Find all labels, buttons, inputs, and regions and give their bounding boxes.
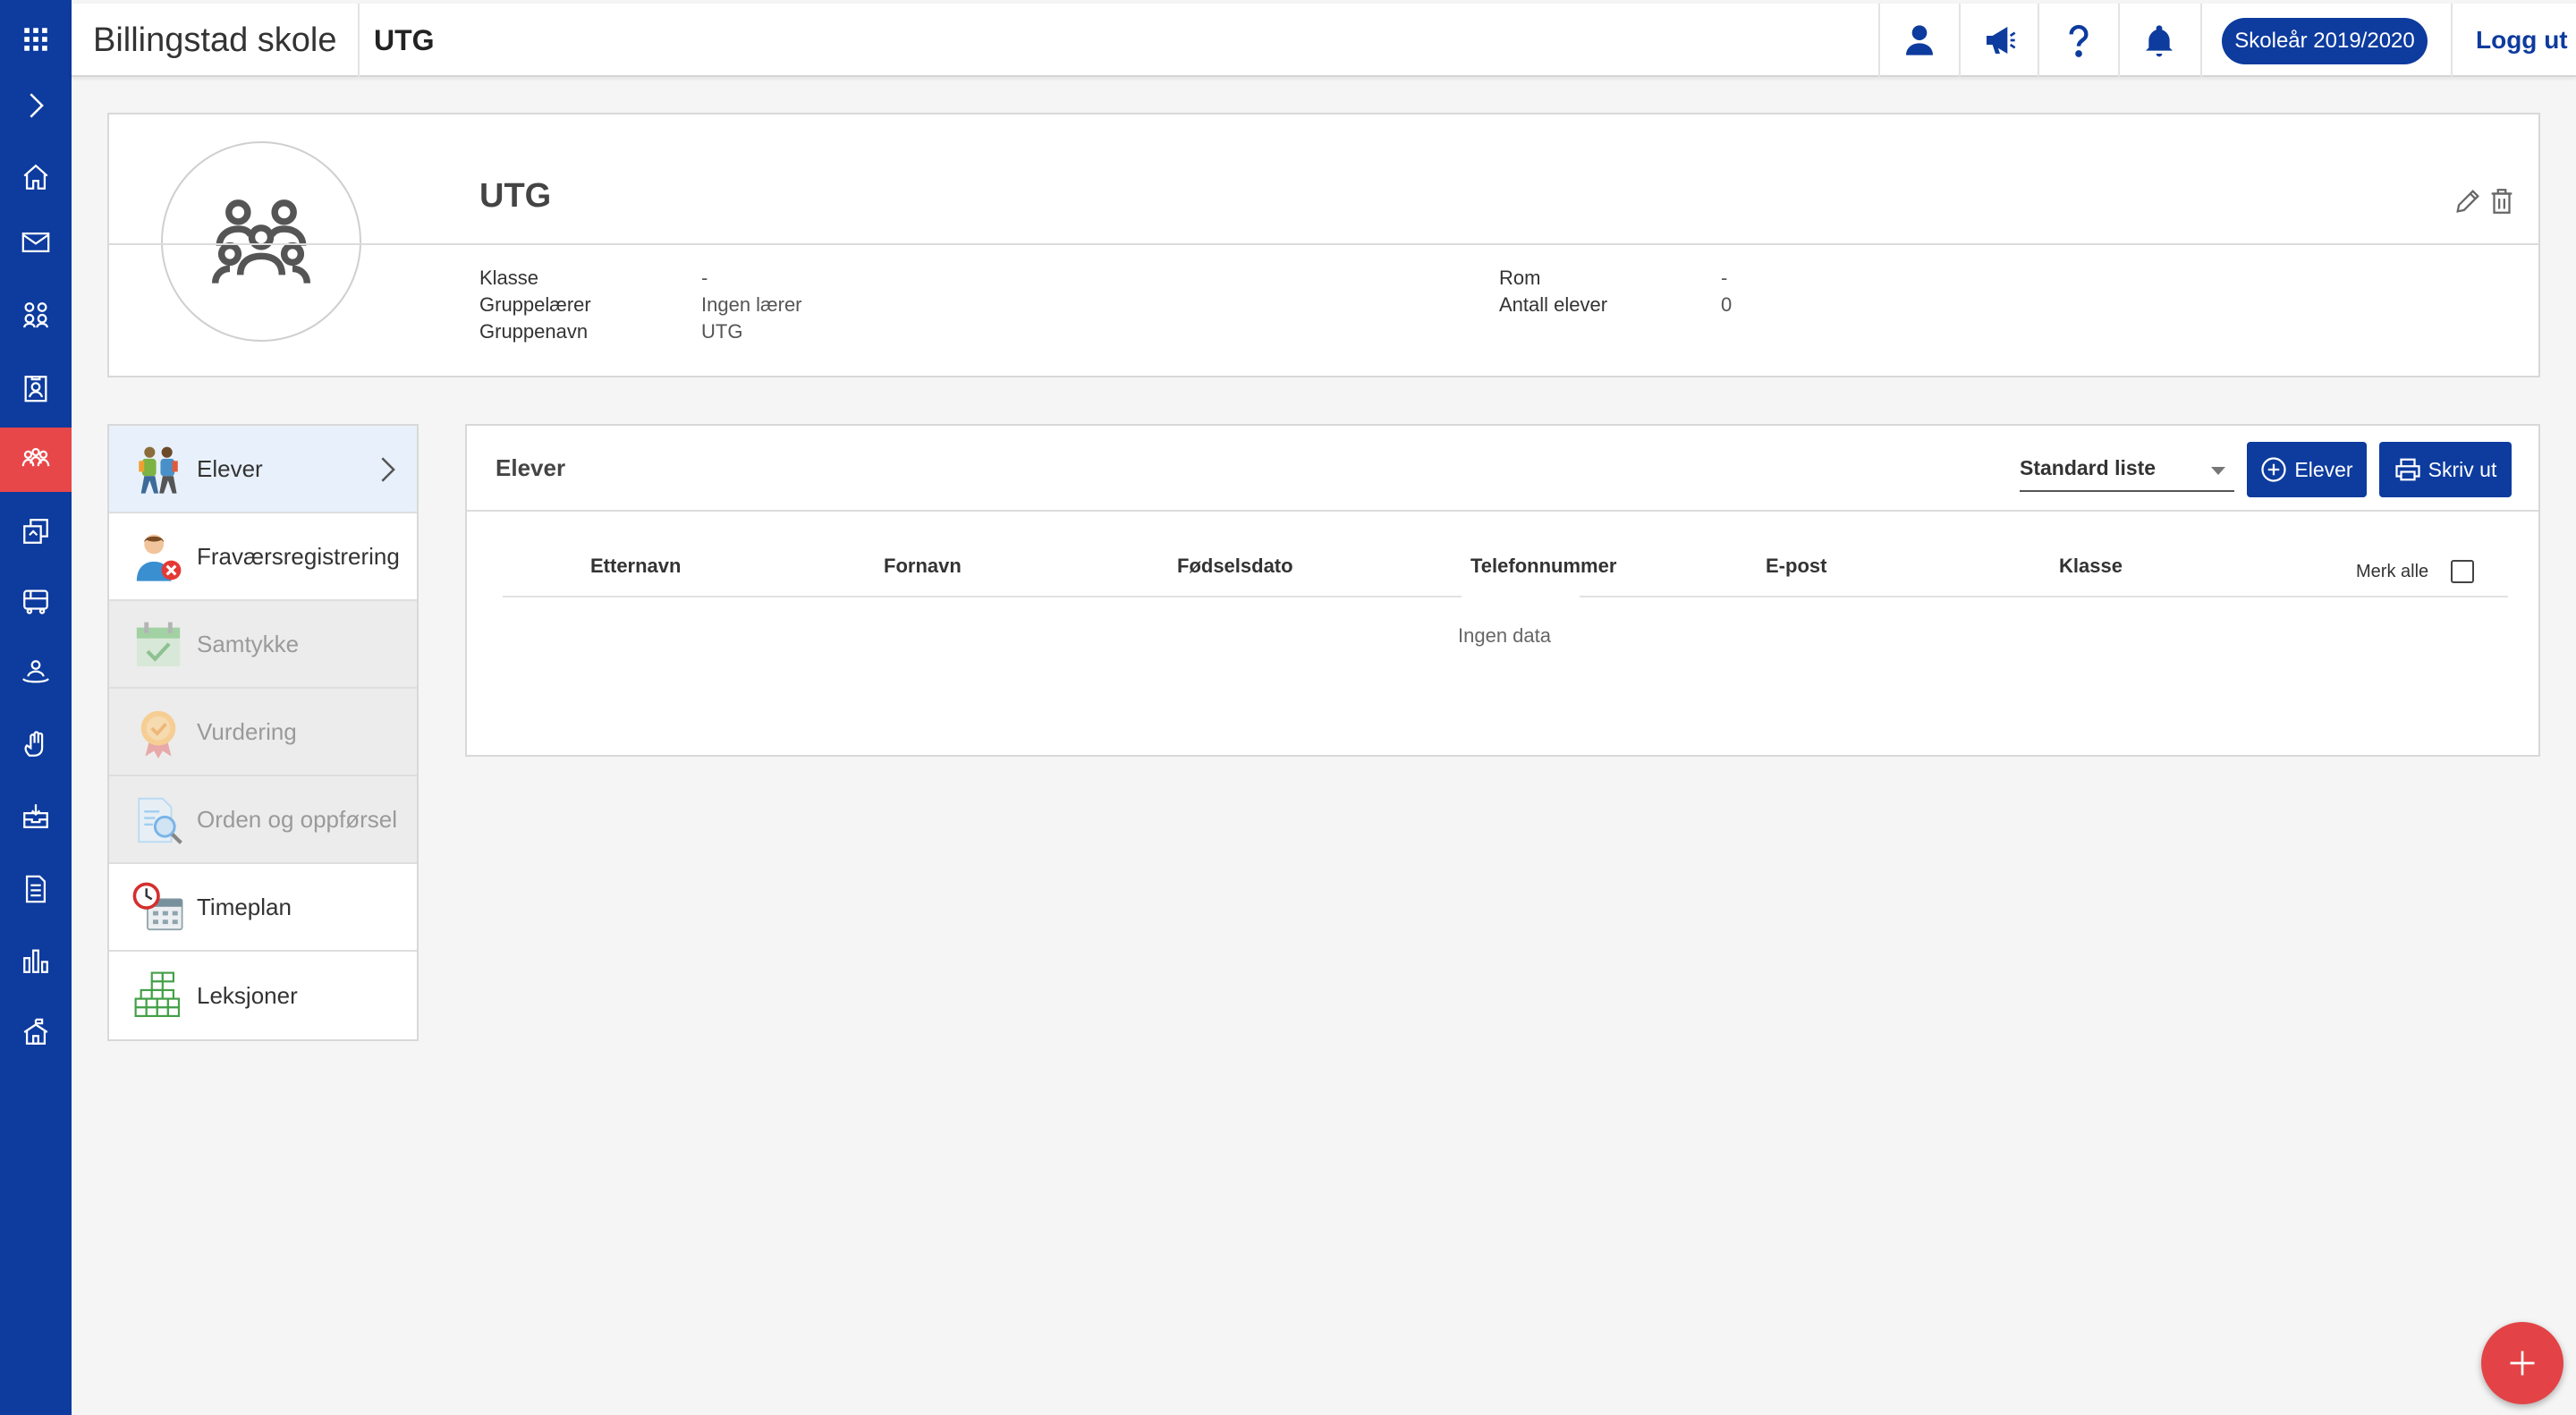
class-label: Klasse: [479, 267, 539, 289]
page-title: UTG: [374, 24, 435, 56]
group-teacher-label: Gruppelærer: [479, 293, 591, 316]
user-icon[interactable]: [1880, 4, 1959, 77]
menu-item-leksjoner[interactable]: Leksjoner: [109, 952, 417, 1039]
button-label: Skriv ut: [2428, 457, 2497, 481]
top-bar: Billingstad skole UTG Skoleår 2019/2020 …: [72, 4, 2576, 77]
school-year-button[interactable]: Skoleår 2019/2020: [2222, 18, 2428, 64]
school-icon[interactable]: [0, 1000, 72, 1064]
group-title: UTG: [479, 177, 552, 215]
student-count-label: Antall elever: [1499, 293, 1608, 316]
add-fab-button[interactable]: [2481, 1322, 2563, 1404]
menu-item-label: Samtykke: [197, 630, 300, 657]
group-header-card: UTG Klasse - Gruppelærer Ingen lærer Gru…: [107, 113, 2540, 377]
button-label: Elever: [2294, 457, 2353, 481]
menu-item-vurdering[interactable]: Vurdering: [109, 689, 417, 776]
select-value: Standard liste: [2020, 456, 2157, 479]
avatar: [161, 141, 361, 342]
menu-item-elever[interactable]: Elever: [109, 426, 417, 513]
home-icon[interactable]: [0, 145, 72, 209]
divider: [503, 596, 1462, 597]
edit-icon[interactable]: [2453, 186, 2483, 216]
logout-link[interactable]: Logg ut: [2476, 4, 2568, 77]
section-menu: Elever Fraværsregistrering Samtykke Vurd…: [107, 424, 419, 1041]
empty-state: Ingen data: [1458, 624, 1551, 647]
column-header-klasse[interactable]: Klasse: [2059, 555, 2123, 578]
document-icon[interactable]: [0, 857, 72, 921]
divider: [1580, 596, 2508, 597]
groups-icon[interactable]: [0, 428, 72, 492]
select-all-checkbox[interactable]: [2451, 560, 2474, 583]
apps-grid-icon[interactable]: [0, 7, 72, 72]
student-count-value: 0: [1721, 293, 1733, 316]
chevron-right-icon: [381, 457, 395, 482]
divider: [467, 510, 2538, 512]
column-header-fodselsdato[interactable]: Fødselsdato: [1177, 555, 1293, 578]
divider: [358, 4, 360, 77]
caret-down-icon: [2211, 467, 2225, 475]
transfer-icon[interactable]: [0, 499, 72, 563]
id-badge-icon[interactable]: [0, 356, 72, 420]
schedule-icon: [132, 882, 184, 934]
mail-icon[interactable]: [0, 210, 72, 275]
menu-item-samtykke[interactable]: Samtykke: [109, 601, 417, 689]
group-name-label: Gruppenavn: [479, 320, 589, 343]
group-teacher-value: Ingen lærer: [701, 293, 802, 316]
menu-item-label: Elever: [197, 454, 263, 482]
divider: [2451, 4, 2453, 77]
room-value: -: [1721, 267, 1728, 289]
bell-icon[interactable]: [2120, 4, 2199, 77]
lessons-grid-icon: [132, 970, 184, 1021]
divider: [109, 243, 2538, 245]
help-icon[interactable]: [2039, 4, 2118, 77]
menu-item-label: Timeplan: [197, 893, 292, 920]
students-icon: [132, 444, 184, 496]
add-students-button[interactable]: Elever: [2247, 442, 2367, 497]
students-panel: Elever Standard liste Elever Skriv ut Et…: [465, 424, 2540, 757]
room-label: Rom: [1499, 267, 1541, 289]
list-type-select[interactable]: Standard liste: [2020, 449, 2234, 492]
hand-icon[interactable]: [0, 712, 72, 776]
inbox-icon[interactable]: [0, 784, 72, 848]
school-name[interactable]: Billingstad skole: [93, 4, 336, 77]
rating-medal-icon: [132, 707, 184, 758]
support-icon[interactable]: [0, 640, 72, 705]
divider: [2200, 4, 2202, 77]
expand-chevron-icon[interactable]: [0, 73, 72, 138]
absence-icon: [132, 531, 184, 583]
people-icon[interactable]: [0, 283, 72, 347]
delete-icon[interactable]: [2487, 186, 2517, 216]
column-header-epost[interactable]: E-post: [1766, 555, 1826, 578]
printer-icon: [2395, 458, 2420, 481]
menu-item-label: Orden og oppførsel: [197, 805, 398, 833]
menu-item-label: Vurdering: [197, 717, 297, 745]
megaphone-icon[interactable]: [1961, 4, 2039, 77]
menu-item-orden-og-oppforsel[interactable]: Orden og oppførsel: [109, 776, 417, 864]
menu-item-timeplan[interactable]: Timeplan: [109, 864, 417, 952]
add-circle-icon: [2261, 457, 2287, 482]
bus-icon[interactable]: [0, 569, 72, 633]
bar-chart-icon[interactable]: [0, 928, 72, 993]
plus-icon: [2510, 1351, 2535, 1376]
panel-title: Elever: [496, 454, 566, 481]
column-header-fornavn[interactable]: Fornavn: [884, 555, 962, 578]
conduct-search-icon: [132, 794, 184, 846]
menu-item-label: Leksjoner: [197, 981, 298, 1009]
group-avatar-icon: [211, 199, 311, 284]
group-name-value: UTG: [701, 320, 743, 343]
select-all-label: Merk alle: [2356, 562, 2429, 581]
print-button[interactable]: Skriv ut: [2379, 442, 2512, 497]
side-rail: [0, 0, 72, 1415]
consent-calendar-icon: [132, 619, 184, 671]
column-header-telefonnummer[interactable]: Telefonnummer: [1470, 555, 1616, 578]
menu-item-fravaersregistrering[interactable]: Fraværsregistrering: [109, 513, 417, 601]
column-header-etternavn[interactable]: Etternavn: [590, 555, 681, 578]
menu-item-label: Fraværsregistrering: [197, 542, 400, 570]
class-value: -: [701, 267, 708, 289]
